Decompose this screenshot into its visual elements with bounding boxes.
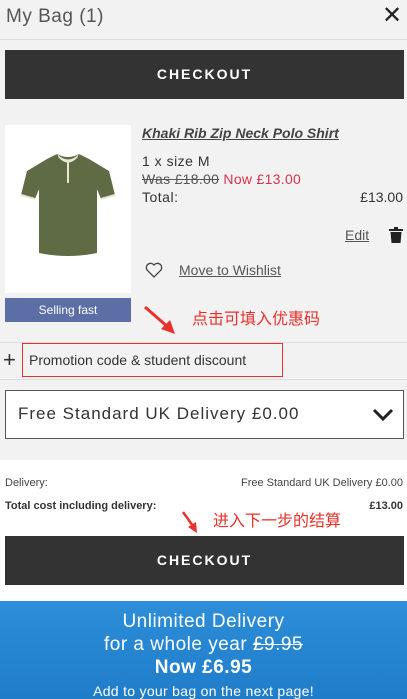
delivery-select[interactable]: Free Standard UK Delivery £0.00	[5, 390, 404, 439]
annotation-arrow-icon	[180, 510, 202, 534]
product-image[interactable]	[5, 125, 131, 293]
product-name-link[interactable]: Khaki Rib Zip Neck Polo Shirt	[142, 125, 339, 141]
heart-icon[interactable]	[145, 261, 163, 279]
checkout-button-top[interactable]: CHECKOUT	[5, 50, 404, 99]
promo-code-toggle[interactable]: Promotion code & student discount	[22, 343, 283, 377]
bag-header: My Bag (1) ✕	[0, 0, 407, 40]
product-total-label: Total:	[142, 189, 179, 205]
edit-link[interactable]: Edit	[345, 227, 369, 243]
product-price: Was £18.00 Now £13.00	[142, 171, 301, 187]
total-cost-label: Total cost including delivery:	[5, 500, 157, 512]
plus-icon[interactable]: +	[3, 347, 21, 373]
chevron-down-icon	[372, 406, 394, 424]
banner-line-2: for a whole year £9.95	[0, 634, 407, 656]
promo-hint-annotation: 点击可填入优惠码	[192, 311, 321, 328]
delivery-label: Delivery:	[5, 477, 48, 489]
selling-fast-badge: Selling fast	[5, 298, 131, 322]
delivery-select-value: Free Standard UK Delivery £0.00	[18, 404, 300, 423]
checkout-button-bottom[interactable]: CHECKOUT	[5, 536, 404, 585]
banner-line-3: Now £6.95	[154, 657, 253, 678]
annotation-arrow-icon	[141, 304, 181, 336]
checkout-hint-annotation: 进入下一步的结算	[213, 513, 342, 530]
total-cost-value: £13.00	[369, 500, 403, 512]
divider	[0, 379, 407, 380]
banner-line-1: Unlimited Delivery	[122, 611, 285, 632]
bag-title: My Bag (1)	[6, 6, 104, 27]
unlimited-delivery-banner[interactable]: Unlimited Delivery for a whole year £9.9…	[0, 601, 407, 699]
banner-line-4: Add to your bag on the next page!	[93, 683, 314, 699]
now-price: Now £13.00	[223, 171, 302, 187]
product-size: 1 x size M	[142, 153, 211, 169]
was-price: Was £18.00	[142, 171, 220, 187]
banner-old-price: £9.95	[252, 634, 303, 655]
move-to-wishlist-link[interactable]: Move to Wishlist	[179, 262, 281, 278]
delivery-value: Free Standard UK Delivery £0.00	[240, 477, 403, 489]
close-icon[interactable]: ✕	[381, 3, 403, 29]
product-total-value: £13.00	[360, 189, 403, 205]
trash-icon[interactable]	[389, 227, 403, 243]
polo-shirt-icon	[20, 154, 116, 256]
banner-line-2-prefix: for a whole year	[103, 634, 248, 655]
